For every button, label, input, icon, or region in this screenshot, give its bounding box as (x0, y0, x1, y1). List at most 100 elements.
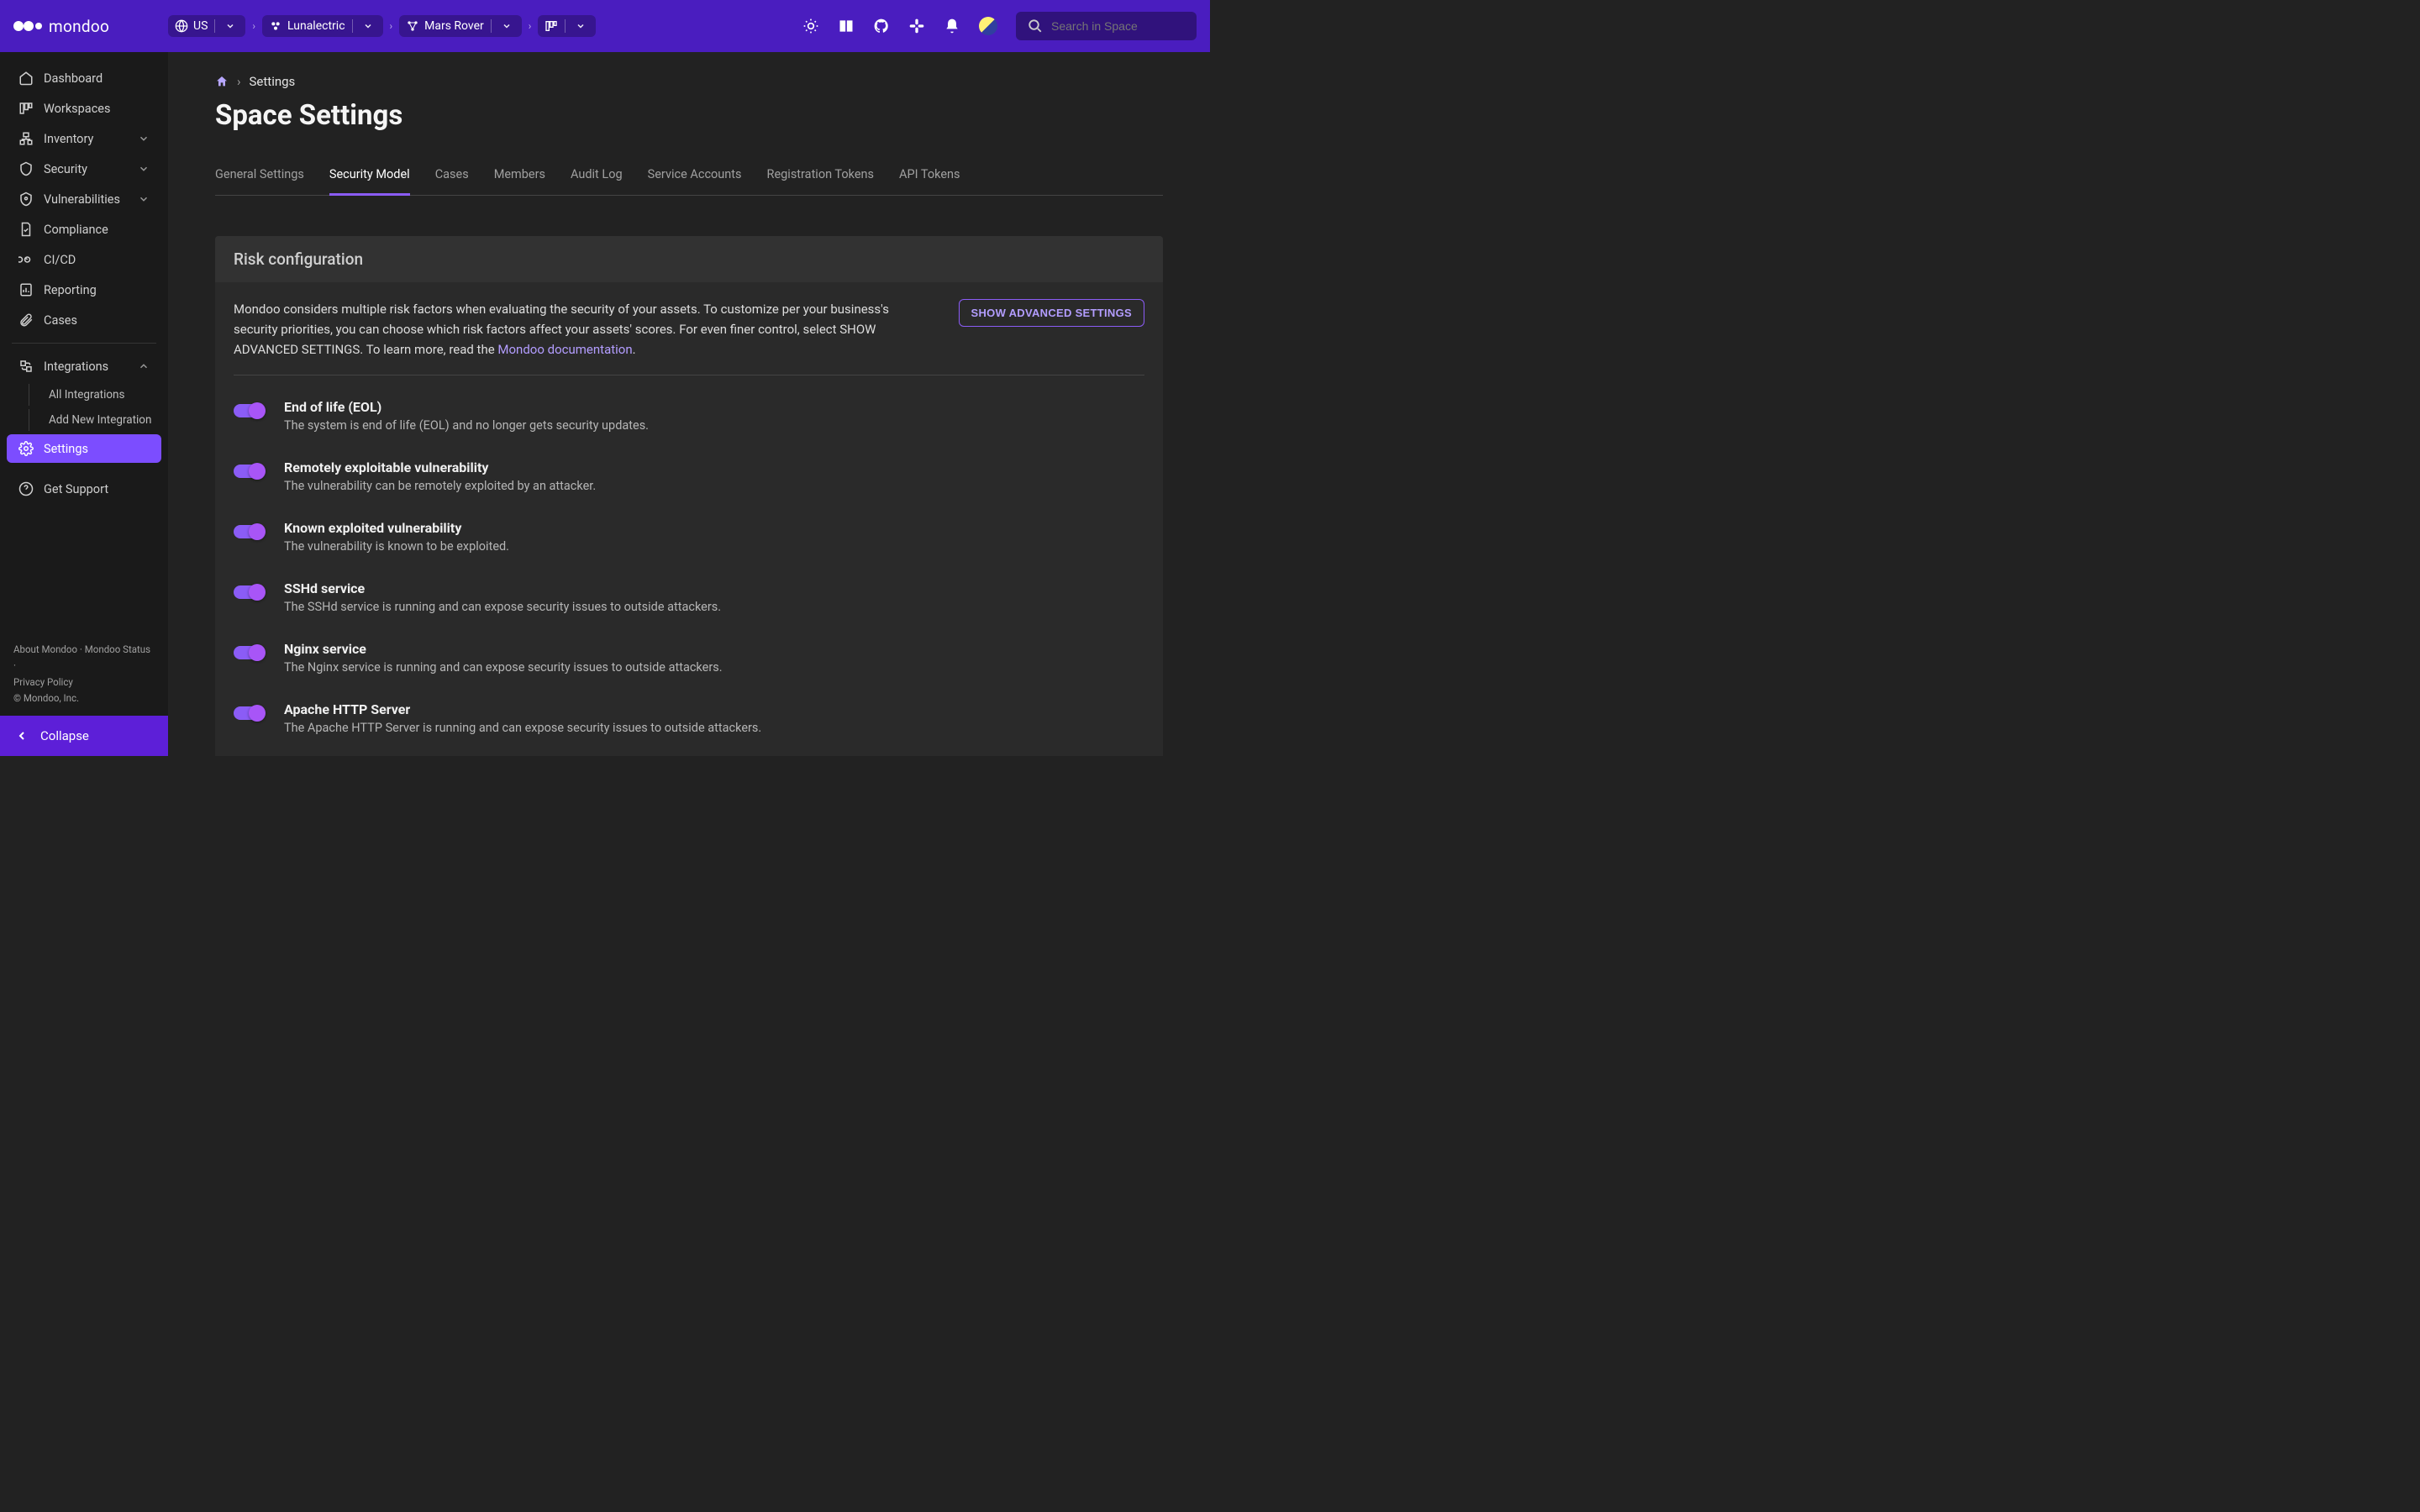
bug-shield-icon (18, 192, 34, 207)
doc-link[interactable]: Mondoo documentation (497, 342, 632, 357)
home-icon[interactable] (215, 75, 229, 88)
sidebar-item-dashboard[interactable]: Dashboard (7, 64, 161, 92)
risk-desc: The Nginx service is running and can exp… (284, 660, 1144, 675)
risk-title: SSHd service (284, 580, 1144, 596)
sidebar-item-label: All Integrations (49, 388, 124, 402)
search-box[interactable] (1016, 12, 1197, 40)
slack-icon[interactable] (908, 18, 925, 34)
topbar-actions (802, 17, 997, 35)
sidebar-item-security[interactable]: Security (7, 155, 161, 183)
footer-copyright: © Mondoo, Inc. (13, 692, 79, 704)
chevron-down-icon (360, 21, 376, 31)
collapse-label: Collapse (40, 728, 89, 743)
card-header: Risk configuration (215, 236, 1163, 282)
sidebar-item-label: Inventory (44, 132, 93, 146)
tab-general-settings[interactable]: General Settings (215, 160, 304, 195)
sidebar-item-label: Get Support (44, 482, 108, 496)
tab-registration-tokens[interactable]: Registration Tokens (767, 160, 875, 195)
risk-item: Remotely exploitable vulnerability The v… (234, 446, 1144, 507)
settings-tabs: General Settings Security Model Cases Me… (215, 160, 1163, 196)
sidebar-item-label: Cases (44, 313, 77, 328)
risk-title: End of life (EOL) (284, 399, 1144, 415)
sidebar-item-label: Vulnerabilities (44, 192, 120, 207)
document-check-icon (18, 222, 34, 237)
breadcrumb-current: Settings (250, 74, 296, 89)
github-icon[interactable] (873, 18, 890, 34)
toggle-known-exploited[interactable] (234, 525, 264, 538)
chevron-down-icon (138, 133, 150, 144)
risk-item: SSHd service The SSHd service is running… (234, 567, 1144, 627)
sidebar-item-workspaces[interactable]: Workspaces (7, 94, 161, 123)
plug-icon (18, 359, 34, 374)
risk-config-card: Risk configuration Mondoo considers mult… (215, 236, 1163, 756)
search-input[interactable] (1051, 19, 1185, 33)
home-icon (18, 71, 34, 86)
globe-icon (175, 19, 188, 33)
chevron-down-icon (572, 21, 589, 31)
tab-audit-log[interactable]: Audit Log (571, 160, 623, 195)
sidebar-item-settings[interactable]: Settings (7, 434, 161, 463)
tab-api-tokens[interactable]: API Tokens (899, 160, 960, 195)
sun-icon[interactable] (802, 18, 819, 34)
space-icon (406, 19, 419, 33)
footer-about-link[interactable]: About Mondoo (13, 643, 77, 655)
sidebar-sub-all-integrations[interactable]: All Integrations (12, 384, 161, 406)
risk-desc: The Apache HTTP Server is running and ca… (284, 721, 1144, 735)
chevron-down-icon (222, 21, 239, 31)
search-icon (1028, 18, 1043, 34)
sidebar-item-inventory[interactable]: Inventory (7, 124, 161, 153)
context-breadcrumb: US › Lunalectric › Mars Rover › (168, 15, 596, 37)
sidebar-item-cases[interactable]: Cases (7, 306, 161, 334)
grid-icon (18, 101, 34, 116)
footer-status-link[interactable]: Mondoo Status (85, 643, 150, 655)
sidebar-item-reporting[interactable]: Reporting (7, 276, 161, 304)
avatar[interactable] (979, 17, 997, 35)
risk-item: Apache HTTP Server The Apache HTTP Serve… (234, 688, 1144, 748)
collapse-button[interactable]: Collapse (0, 716, 168, 756)
book-icon[interactable] (838, 18, 855, 34)
sidebar-item-support[interactable]: Get Support (7, 475, 161, 503)
region-label: US (193, 19, 208, 33)
sidebar-item-vulnerabilities[interactable]: Vulnerabilities (7, 185, 161, 213)
shield-icon (18, 161, 34, 176)
toggle-apache[interactable] (234, 706, 264, 720)
space-label: Mars Rover (424, 19, 484, 33)
org-label: Lunalectric (287, 19, 345, 33)
brand-logo[interactable]: mondoo (13, 17, 168, 36)
sidebar-sub-add-integration[interactable]: Add New Integration (12, 409, 161, 431)
sidebar-item-label: Dashboard (44, 71, 103, 86)
workspace-selector[interactable] (538, 15, 596, 37)
risk-desc: The system is end of life (EOL) and no l… (284, 418, 1144, 433)
page-title: Space Settings (215, 99, 1163, 132)
breadcrumb: › Settings (215, 74, 1163, 89)
show-advanced-button[interactable]: SHOW ADVANCED SETTINGS (959, 299, 1145, 327)
sidebar-item-cicd[interactable]: CI/CD (7, 245, 161, 274)
gear-icon (18, 441, 34, 456)
footer-privacy-link[interactable]: Privacy Policy (13, 676, 73, 688)
toggle-sshd[interactable] (234, 585, 264, 599)
paperclip-icon (18, 312, 34, 328)
chevron-right-icon: › (237, 74, 241, 89)
toggle-nginx[interactable] (234, 646, 264, 659)
bell-icon[interactable] (944, 18, 960, 34)
sidebar-item-compliance[interactable]: Compliance (7, 215, 161, 244)
chart-icon (18, 282, 34, 297)
sidebar-item-integrations[interactable]: Integrations (7, 352, 161, 381)
space-selector[interactable]: Mars Rover (399, 15, 522, 37)
tab-cases[interactable]: Cases (435, 160, 469, 195)
sidebar: Dashboard Workspaces Inventory Security … (0, 52, 168, 756)
sidebar-item-label: Integrations (44, 360, 108, 374)
toggle-eol[interactable] (234, 404, 264, 417)
main-content: › Settings Space Settings General Settin… (168, 52, 1210, 756)
tab-security-model[interactable]: Security Model (329, 160, 410, 196)
org-selector[interactable]: Lunalectric (262, 15, 383, 37)
chevron-down-icon (138, 163, 150, 175)
risk-desc: The vulnerability is known to be exploit… (284, 539, 1144, 554)
toggle-remotely-exploitable[interactable] (234, 465, 264, 478)
chevron-up-icon (138, 360, 150, 372)
sidebar-item-label: Security (44, 162, 87, 176)
region-selector[interactable]: US (168, 15, 245, 37)
tab-members[interactable]: Members (494, 160, 545, 195)
sidebar-item-label: Add New Integration (49, 413, 151, 427)
tab-service-accounts[interactable]: Service Accounts (648, 160, 742, 195)
